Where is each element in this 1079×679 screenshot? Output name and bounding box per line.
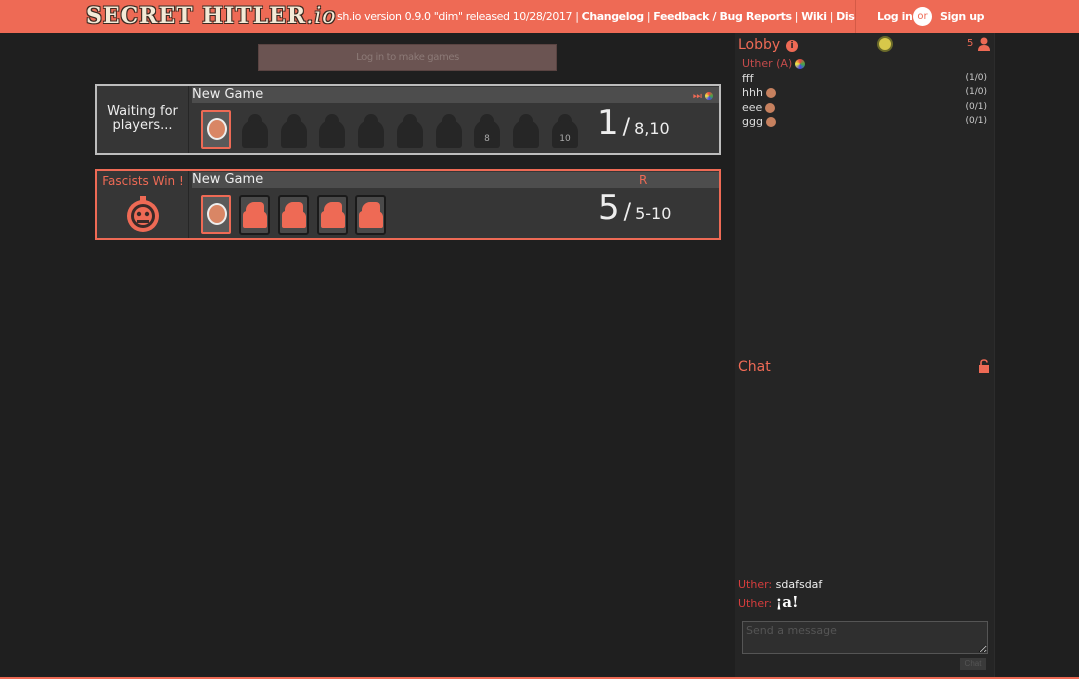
chat-text: ¡a!	[775, 593, 799, 611]
fascist-card-icon[interactable]	[239, 195, 270, 235]
empty-seat	[279, 110, 309, 149]
empty-seat	[434, 110, 464, 149]
info-icon[interactable]: i	[786, 40, 798, 52]
unlock-icon[interactable]	[978, 359, 990, 373]
game-title: New Game	[192, 87, 264, 102]
fascist-card-icon[interactable]	[317, 195, 348, 235]
game-title-bar: New Game R	[192, 172, 719, 188]
chat-send-button[interactable]: Chat	[960, 658, 986, 670]
player-avatar-icon	[207, 118, 227, 140]
chat-input[interactable]	[742, 621, 988, 654]
player-count: 5/5-10	[598, 188, 672, 228]
empty-seat	[317, 110, 347, 149]
chat-username[interactable]: Uther:	[738, 597, 772, 610]
user-avatar-icon	[765, 88, 776, 98]
make-game-button[interactable]: Log in to make games	[258, 44, 557, 71]
user-icon	[978, 37, 990, 51]
version-text: sh.io version 0.9.0 "dim" released 10/28…	[337, 10, 579, 23]
lobby-user-list: Uther (A) fff (1/0) hhh (1/0) eee (0/1) …	[735, 57, 993, 130]
user-avatar-icon	[765, 117, 776, 127]
top-nav-bar: SECRET HITLER.io sh.io version 0.9.0 "di…	[0, 0, 1079, 33]
empty-seat	[511, 110, 541, 149]
lobby-user[interactable]: eee (0/1)	[735, 101, 993, 116]
empty-seat	[240, 110, 270, 149]
version-info: sh.io version 0.9.0 "dim" released 10/28…	[337, 10, 881, 23]
lobby-user[interactable]: fff (1/0)	[735, 72, 993, 87]
changelog-link[interactable]: Changelog	[582, 10, 645, 23]
game-card[interactable]: Fascists Win ! New Game R 5/5-10	[95, 169, 721, 240]
feedback-link[interactable]: Feedback / Bug Reports	[653, 10, 792, 23]
fascist-card-icon[interactable]	[278, 195, 309, 235]
lobby-user[interactable]: hhh (1/0)	[735, 86, 993, 101]
fascist-card-icon[interactable]	[355, 195, 386, 235]
fascist-skull-icon	[127, 196, 159, 232]
empty-seat: 8	[472, 110, 502, 149]
game-title-bar: New Game ⏭	[192, 87, 719, 103]
user-count: 5	[967, 38, 974, 49]
player-count: 1/8,10	[597, 103, 670, 143]
auth-section: Log in or Sign up	[855, 0, 1079, 33]
game-card[interactable]: Waiting for players... New Game ⏭ 8 10 1…	[95, 84, 721, 155]
chat-message: Uther: sdafsdaf	[738, 578, 822, 591]
player-seat[interactable]	[201, 110, 231, 149]
or-divider: or	[913, 7, 932, 26]
chat-text: sdafsdaf	[775, 578, 823, 591]
game-title: New Game	[192, 172, 264, 187]
chat-username[interactable]: Uther:	[738, 578, 772, 591]
empty-seat: 10	[550, 110, 580, 149]
player-seat[interactable]	[201, 195, 231, 234]
chat-title: Chat	[738, 359, 771, 375]
lobby-panel: Lobby i 5 Uther (A) fff (1/0) hhh (1/0) …	[735, 33, 995, 355]
game-status: Fascists Win !	[102, 174, 184, 188]
rainbow-flag: R	[639, 173, 648, 187]
game-status-panel: Fascists Win !	[97, 171, 189, 238]
empty-seat	[356, 110, 386, 149]
lobby-title: Lobby	[738, 37, 781, 53]
login-button[interactable]: Log in	[877, 10, 913, 23]
chat-panel: Chat Uther: sdafsdaf Uther: ¡a! Chat	[735, 355, 995, 677]
wiki-link[interactable]: Wiki	[801, 10, 827, 23]
chat-message: Uther: ¡a!	[738, 593, 799, 611]
signup-button[interactable]: Sign up	[940, 10, 985, 23]
user-avatar-icon	[795, 59, 806, 69]
game-flags-icon: ⏭	[693, 89, 713, 105]
empty-seat	[395, 110, 425, 149]
lobby-emblem-icon	[877, 36, 893, 52]
player-avatar-icon	[207, 203, 227, 225]
game-status: Waiting for players...	[97, 86, 189, 153]
site-logo[interactable]: SECRET HITLER.io	[86, 3, 337, 29]
lobby-user[interactable]: ggg (0/1)	[735, 115, 993, 130]
user-avatar-icon	[765, 102, 776, 113]
lobby-user[interactable]: Uther (A)	[735, 57, 993, 72]
